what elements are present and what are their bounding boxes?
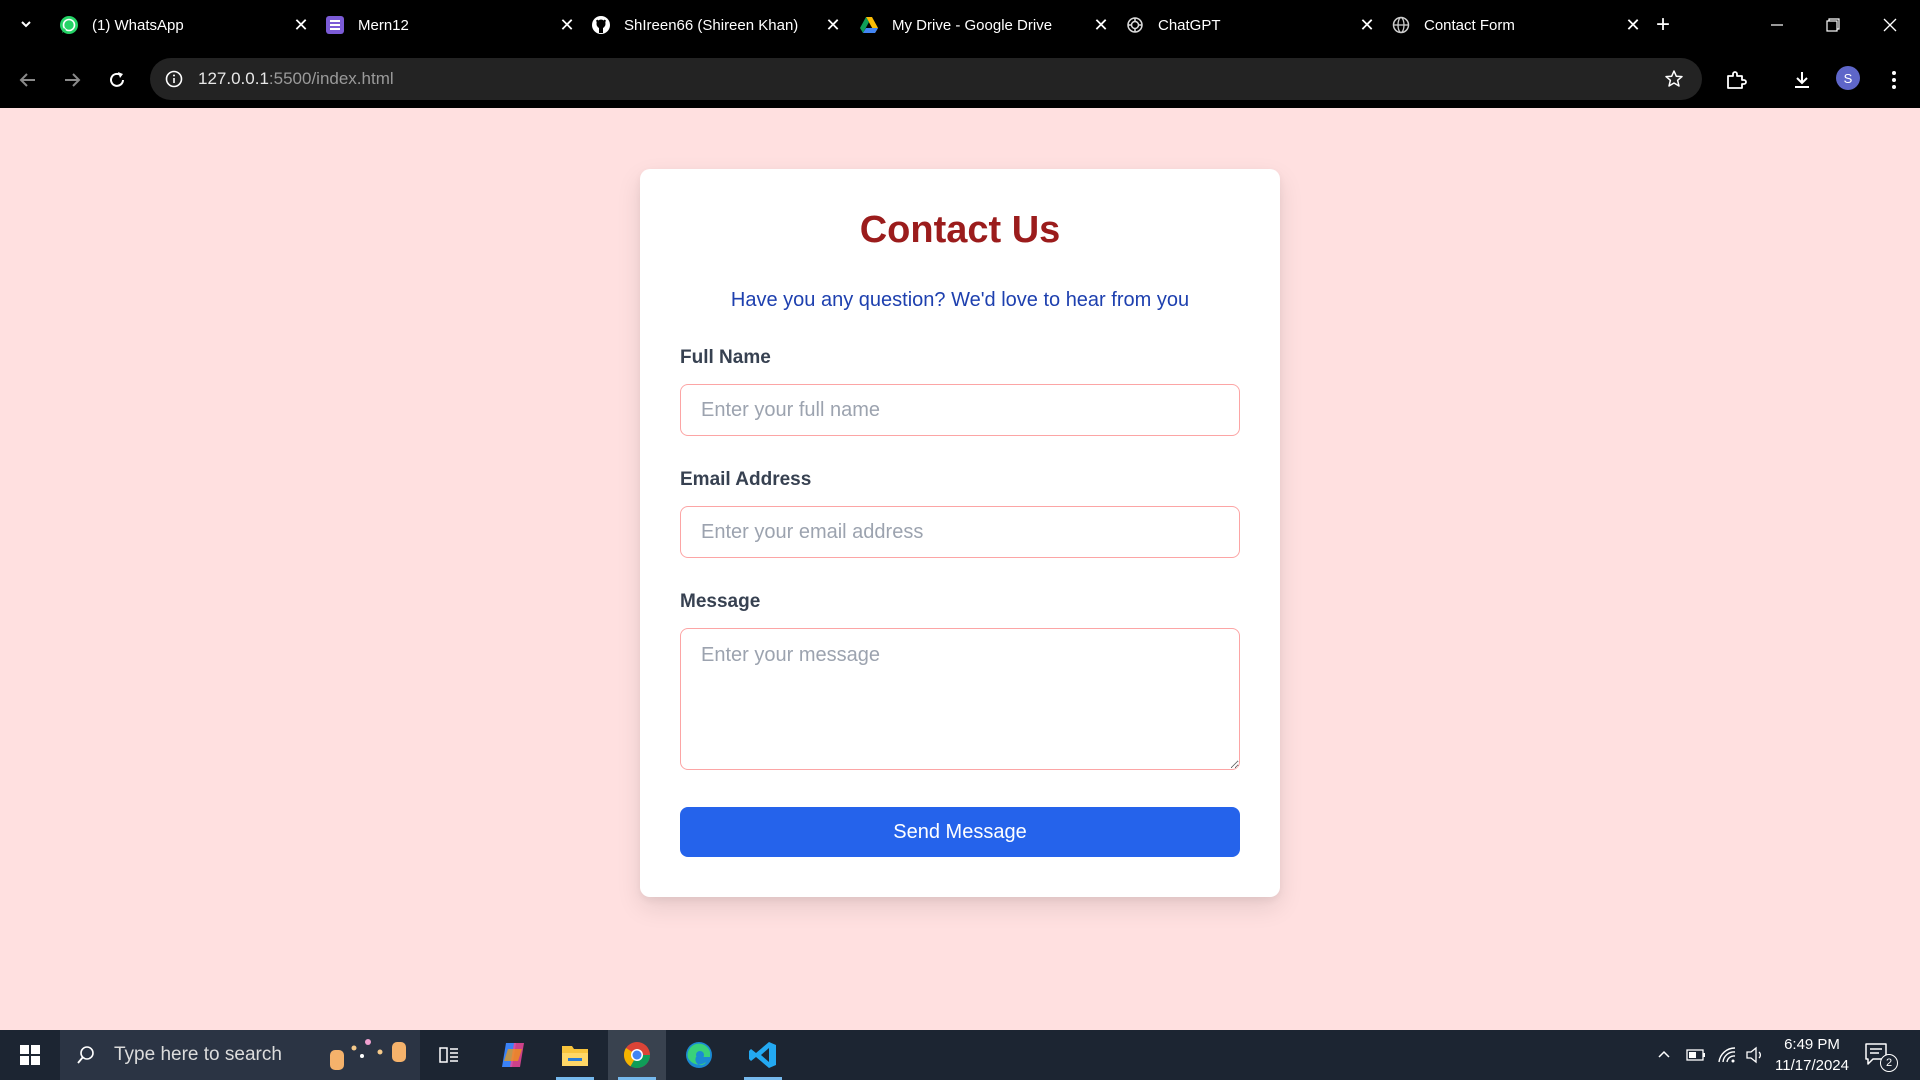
close-icon[interactable]: ✕ <box>1090 14 1112 36</box>
copilot-icon[interactable] <box>484 1030 542 1080</box>
tab-whatsapp[interactable]: (1) WhatsApp ✕ <box>58 6 320 44</box>
tab-strip: (1) WhatsApp ✕ Mern12 ✕ ShIreen66 (Shire… <box>0 0 1920 52</box>
clock-date: 11/17/2024 <box>1775 1057 1849 1074</box>
file-explorer-icon[interactable] <box>546 1030 604 1080</box>
message-label: Message <box>680 591 761 612</box>
battery-icon[interactable] <box>1683 1030 1709 1080</box>
back-arrow-icon[interactable] <box>12 64 44 96</box>
forward-arrow-icon[interactable] <box>56 64 88 96</box>
minimize-icon[interactable] <box>1757 10 1797 40</box>
close-icon[interactable]: ✕ <box>1356 14 1378 36</box>
taskbar-search[interactable]: Type here to search <box>60 1030 420 1080</box>
address-bar[interactable]: 127.0.0.1:5500/index.html <box>150 58 1702 100</box>
close-icon[interactable]: ✕ <box>822 14 844 36</box>
reload-icon[interactable] <box>101 64 133 96</box>
volume-icon[interactable] <box>1742 1030 1768 1080</box>
more-menu-icon[interactable] <box>1878 64 1910 96</box>
notification-center-icon[interactable]: 2 <box>1864 1042 1898 1072</box>
vscode-icon[interactable] <box>734 1030 792 1080</box>
window-close-icon[interactable] <box>1870 10 1910 40</box>
github-icon <box>590 14 612 36</box>
lanterns-icon <box>330 1039 406 1070</box>
globe-icon <box>1390 14 1412 36</box>
clock-time: 6:49 PM <box>1784 1036 1840 1053</box>
url-text: 127.0.0.1:5500/index.html <box>198 69 394 88</box>
site-info-icon[interactable] <box>162 67 186 91</box>
task-view-icon[interactable] <box>420 1030 478 1080</box>
bookmark-star-icon[interactable] <box>1662 67 1686 91</box>
search-placeholder: Type here to search <box>114 1044 282 1065</box>
tab-label: Mern12 <box>358 16 409 34</box>
tab-label: ChatGPT <box>1158 16 1221 34</box>
close-icon[interactable]: ✕ <box>556 14 578 36</box>
browser-toolbar: 127.0.0.1:5500/index.html <box>0 52 1920 108</box>
list-icon <box>324 14 346 36</box>
message-textarea[interactable] <box>680 628 1240 770</box>
tab-label: (1) WhatsApp <box>92 16 184 34</box>
chrome-icon[interactable] <box>608 1030 666 1080</box>
restore-icon[interactable] <box>1813 10 1853 40</box>
email-label: Email Address <box>680 469 812 490</box>
tab-label: ShIreen66 (Shireen Khan) <box>624 16 799 34</box>
extensions-puzzle-icon[interactable] <box>1720 64 1752 96</box>
tab-contact-form[interactable]: Contact Form ✕ <box>1390 6 1652 44</box>
new-tab-plus-icon[interactable]: + <box>1650 11 1676 38</box>
send-message-button[interactable]: Send Message <box>680 807 1240 857</box>
tab-search-chevron-icon[interactable] <box>14 12 38 36</box>
page-subtitle: Have you any question? We'd love to hear… <box>730 289 1190 311</box>
search-icon <box>74 1043 98 1067</box>
close-icon[interactable]: ✕ <box>290 14 312 36</box>
close-icon[interactable]: ✕ <box>1622 14 1644 36</box>
tab-mern12[interactable]: Mern12 ✕ <box>324 6 586 44</box>
full-name-label: Full Name <box>680 347 771 368</box>
download-icon[interactable] <box>1786 64 1818 96</box>
tab-google-drive[interactable]: My Drive - Google Drive ✕ <box>858 6 1120 44</box>
whatsapp-icon <box>58 14 80 36</box>
taskbar: Type here to search 6:49 PM 11/17/2024 2 <box>0 1030 1920 1080</box>
tab-github[interactable]: ShIreen66 (Shireen Khan) ✕ <box>590 6 852 44</box>
tab-chatgpt[interactable]: ChatGPT ✕ <box>1124 6 1386 44</box>
windows-start-icon[interactable] <box>0 1030 60 1080</box>
page-title: Contact Us <box>859 209 1061 251</box>
system-clock[interactable]: 6:49 PM 11/17/2024 <box>1770 1034 1854 1076</box>
notification-count-badge: 2 <box>1880 1054 1898 1072</box>
email-input[interactable] <box>680 506 1240 558</box>
show-hidden-icons-chevron-icon[interactable] <box>1652 1030 1676 1080</box>
chatgpt-icon <box>1124 14 1146 36</box>
profile-avatar[interactable]: S <box>1836 66 1860 90</box>
contact-form-card: Contact Us Have you any question? We'd l… <box>640 169 1280 897</box>
google-drive-icon <box>858 14 880 36</box>
tab-label: My Drive - Google Drive <box>892 16 1053 34</box>
full-name-input[interactable] <box>680 384 1240 436</box>
edge-icon[interactable] <box>670 1030 728 1080</box>
tab-label: Contact Form <box>1424 16 1515 34</box>
wifi-icon[interactable] <box>1714 1030 1740 1080</box>
